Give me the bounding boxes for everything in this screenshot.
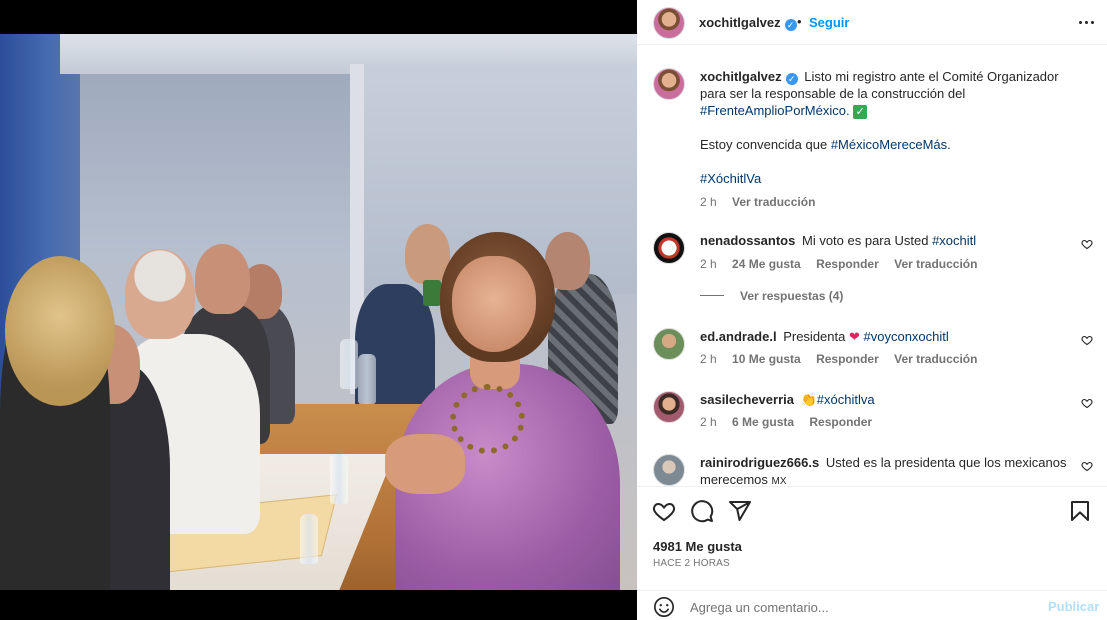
add-comment-bar: Publicar <box>637 590 1107 620</box>
photo-person-head <box>195 244 250 314</box>
post-side-panel: xochitlgalvez ✓ • Seguir xochitlgalvez ✓ L… <box>637 0 1107 620</box>
verified-icon: ✓ <box>785 73 798 85</box>
hashtag-link[interactable]: #xochitl <box>932 233 976 248</box>
caption-username[interactable]: xochitlgalvez ✓ <box>700 69 798 85</box>
comment-body: ed.andrade.l Presidenta ❤ #voyconxochitl <box>700 328 1075 345</box>
comment-item: nenadossantos Mi voto es para Usted #xoc… <box>653 232 1093 292</box>
comments-list[interactable]: xochitlgalvez ✓ Listo mi registro ante el… <box>637 46 1107 486</box>
avatar[interactable] <box>653 232 685 264</box>
view-replies-label: Ver respuestas (4) <box>740 289 844 303</box>
reply-button[interactable]: Responder <box>816 352 879 366</box>
photo-person-face <box>452 256 536 352</box>
hashtag-link[interactable]: #xóchitlva <box>817 392 875 407</box>
author-username[interactable]: xochitlgalvez ✓ <box>699 15 797 31</box>
comment-body: rainirodriguez666.s Usted es la presiden… <box>700 454 1075 486</box>
like-comment-icon[interactable] <box>1081 334 1093 346</box>
comment-username[interactable]: sasilecheverria <box>700 392 794 407</box>
comment-item: ed.andrade.l Presidenta ❤ #voyconxochitl… <box>653 328 1093 373</box>
caption-meta: 2 h Ver traducción <box>700 195 827 209</box>
instagram-post: xochitlgalvez ✓ • Seguir xochitlgalvez ✓ L… <box>0 0 1107 620</box>
red-heart-emoji: ❤ <box>848 329 860 344</box>
clapping-emoji: 👏 <box>800 392 817 407</box>
comment-meta: 2 h 10 Me gusta Responder Ver traducción <box>700 352 989 366</box>
comment-input[interactable] <box>690 597 1030 617</box>
photo-bottle <box>330 454 348 504</box>
share-icon[interactable] <box>728 499 752 523</box>
reply-button[interactable]: Responder <box>809 415 872 429</box>
comment-icon[interactable] <box>690 499 714 523</box>
avatar[interactable] <box>653 328 685 360</box>
verified-icon: ✓ <box>784 19 797 31</box>
comment-username[interactable]: rainirodriguez666.s <box>700 455 819 470</box>
translate-link[interactable]: Ver traducción <box>894 352 977 366</box>
hashtag-link[interactable]: #voyconxochitl <box>864 329 949 344</box>
comment-username[interactable]: ed.andrade.l <box>700 329 777 344</box>
post-photo <box>0 34 637 590</box>
comment-item: rainirodriguez666.s Usted es la presiden… <box>653 454 1093 486</box>
flag-emoji: MX <box>771 476 787 486</box>
post-actions: 4981 Me gusta HACE 2 HORAS <box>637 486 1107 586</box>
avatar[interactable] <box>653 7 685 39</box>
photo-person-head <box>5 256 115 406</box>
avatar[interactable] <box>653 391 685 423</box>
photo-person-head <box>125 249 195 339</box>
post-media[interactable] <box>0 0 637 620</box>
photo-necklace <box>450 384 525 454</box>
photo-bottle <box>300 514 318 564</box>
post-header: xochitlgalvez ✓ • Seguir <box>637 0 1107 45</box>
caption: xochitlgalvez ✓ Listo mi registro ante el… <box>653 68 1093 213</box>
avatar[interactable] <box>653 454 685 486</box>
check-mark-icon: ✓ <box>853 105 868 119</box>
comment-likes[interactable]: 10 Me gusta <box>732 352 801 366</box>
more-options-icon[interactable] <box>1077 12 1097 32</box>
comment-likes[interactable]: 6 Me gusta <box>732 415 794 429</box>
comment-meta: 2 h 6 Me gusta Responder <box>700 415 884 429</box>
heart-icon[interactable] <box>652 499 676 523</box>
comment-meta: 2 h 24 Me gusta Responder Ver traducción <box>700 257 989 271</box>
translate-link[interactable]: Ver traducción <box>732 195 815 209</box>
comment-time: 2 h <box>700 352 717 366</box>
comment-time: 2 h <box>700 257 717 271</box>
photo-person-arm <box>385 434 465 494</box>
replies-line <box>700 295 724 296</box>
comment-likes[interactable]: 24 Me gusta <box>732 257 801 271</box>
comment-body: nenadossantos Mi voto es para Usted #xoc… <box>700 232 1075 249</box>
likes-count[interactable]: 4981 Me gusta <box>653 539 742 554</box>
caption-text: Estoy convencida que <box>700 137 828 152</box>
emoji-icon[interactable] <box>653 596 675 618</box>
follow-button[interactable]: Seguir <box>809 15 849 30</box>
photo-bottle <box>340 339 358 389</box>
comment-text: Presidenta <box>783 329 846 344</box>
hashtag-link[interactable]: #MéxicoMereceMás. <box>831 137 951 152</box>
translate-link[interactable]: Ver traducción <box>894 257 977 271</box>
comment-item: sasilecheverria 👏#xóchitlva 2 h 6 Me gus… <box>653 391 1093 436</box>
view-replies-button[interactable]: Ver respuestas (4) <box>700 289 843 303</box>
photo-bottle <box>358 354 376 404</box>
comment-username[interactable]: nenadossantos <box>700 233 795 248</box>
reply-button[interactable]: Responder <box>816 257 879 271</box>
comment-time: 2 h <box>700 195 717 209</box>
separator-dot: • <box>797 14 802 29</box>
comment-text: Mi voto es para Usted <box>801 233 929 248</box>
publish-button[interactable]: Publicar <box>1048 599 1099 614</box>
comment-body: sasilecheverria 👏#xóchitlva <box>700 391 1075 408</box>
photo-phone <box>423 280 441 306</box>
post-time: HACE 2 HORAS <box>653 558 730 569</box>
like-comment-icon[interactable] <box>1081 238 1093 250</box>
avatar[interactable] <box>653 68 685 100</box>
like-comment-icon[interactable] <box>1081 460 1093 472</box>
hashtag-link[interactable]: #XóchitlVa <box>700 171 761 186</box>
bookmark-icon[interactable] <box>1068 499 1092 523</box>
hashtag-link[interactable]: #FrenteAmplioPorMéxico. <box>700 103 850 118</box>
caption-body: xochitlgalvez ✓ Listo mi registro ante el… <box>700 68 1075 187</box>
comment-time: 2 h <box>700 415 717 429</box>
like-comment-icon[interactable] <box>1081 397 1093 409</box>
